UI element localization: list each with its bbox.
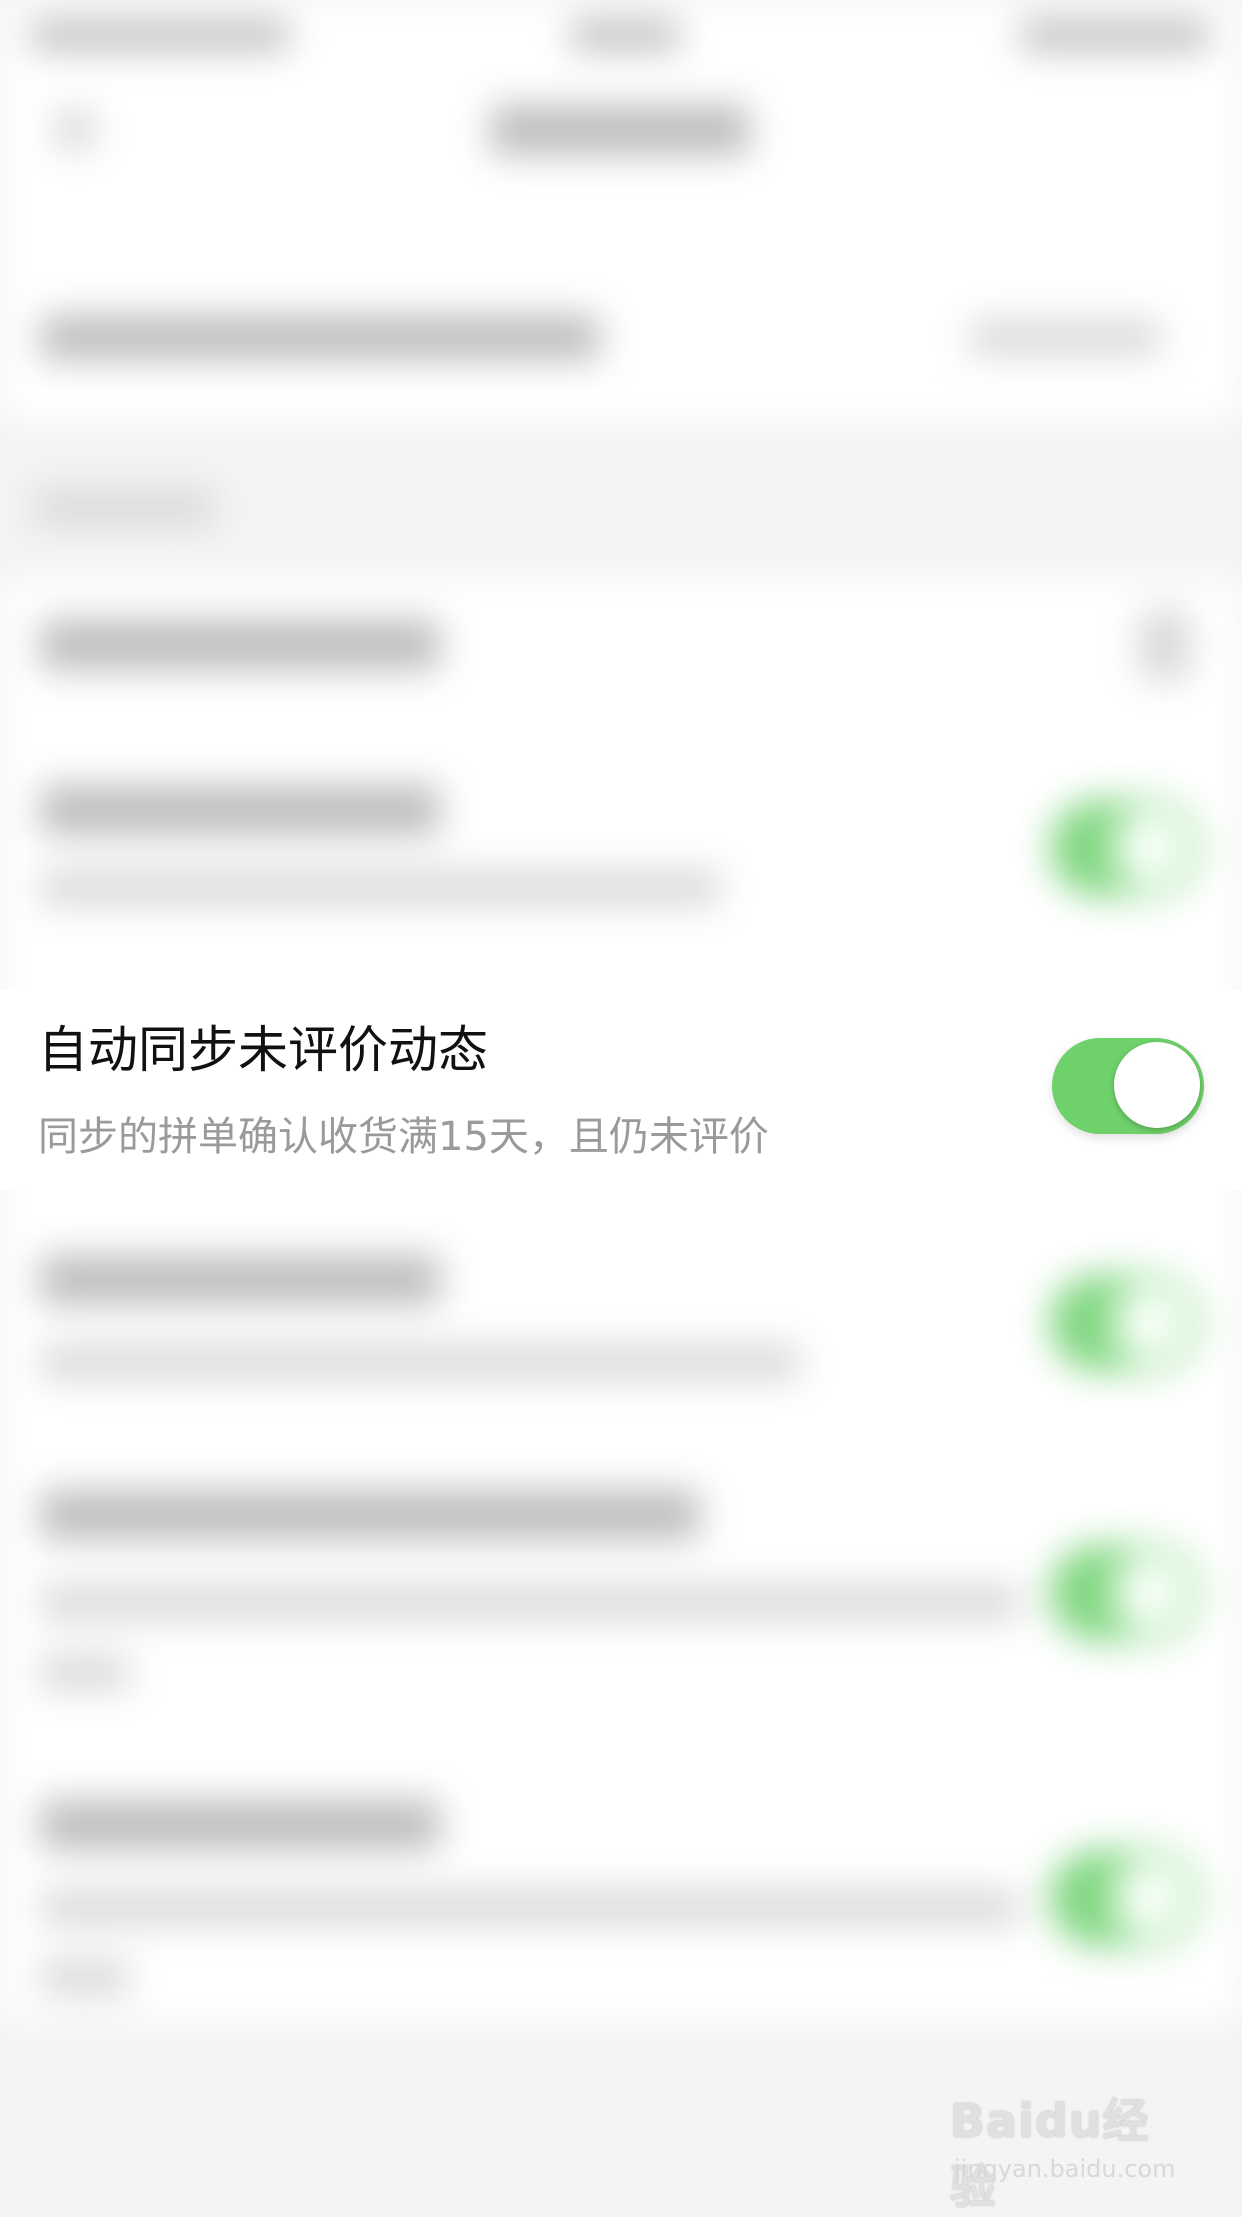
blurred-row-6-label bbox=[40, 1800, 440, 1850]
setting-description: 同步的拼单确认收货满15天，且仍未评价 bbox=[38, 1114, 769, 1160]
blurred-row-2-label bbox=[40, 785, 440, 835]
blurred-row-2-desc bbox=[40, 870, 720, 905]
blurred-toggle-2[interactable] bbox=[1050, 800, 1200, 896]
watermark-url: jingyan.baidu.com bbox=[954, 2155, 1176, 2183]
blurred-row-4-desc bbox=[40, 1345, 800, 1380]
blurred-row-6-desc bbox=[40, 1890, 1020, 1925]
chevron-right-icon bbox=[1140, 610, 1190, 680]
blurred-toggle-6[interactable] bbox=[1050, 1850, 1200, 1946]
auto-sync-toggle[interactable] bbox=[1052, 1038, 1204, 1134]
section-header bbox=[35, 490, 215, 525]
blurred-toggle-5[interactable] bbox=[1050, 1545, 1200, 1641]
blurred-row-6-desc-2 bbox=[40, 1960, 130, 1995]
blurred-row-5-desc bbox=[40, 1585, 1020, 1620]
status-bar-left bbox=[30, 20, 290, 50]
baidu-jingyan-watermark: Baidu经验 jingyan.baidu.com bbox=[950, 2085, 1190, 2214]
setting-title: 自动同步未评价动态 bbox=[38, 1021, 488, 1079]
back-icon[interactable] bbox=[55, 110, 95, 150]
top-setting-value bbox=[970, 320, 1160, 355]
watermark-logo: Baidu经验 bbox=[950, 2094, 1150, 2214]
status-bar-center bbox=[570, 20, 680, 50]
toggle-knob bbox=[1114, 1042, 1200, 1128]
blurred-row-4-label bbox=[40, 1255, 440, 1305]
blurred-row-5-label bbox=[40, 1490, 700, 1540]
nav-title bbox=[490, 105, 750, 155]
blurred-toggle-4[interactable] bbox=[1050, 1275, 1200, 1371]
blurred-row-1-label bbox=[40, 620, 440, 670]
status-bar-right bbox=[1020, 20, 1210, 50]
blurred-row-5-desc-2 bbox=[40, 1655, 130, 1690]
top-setting-label bbox=[40, 315, 600, 360]
